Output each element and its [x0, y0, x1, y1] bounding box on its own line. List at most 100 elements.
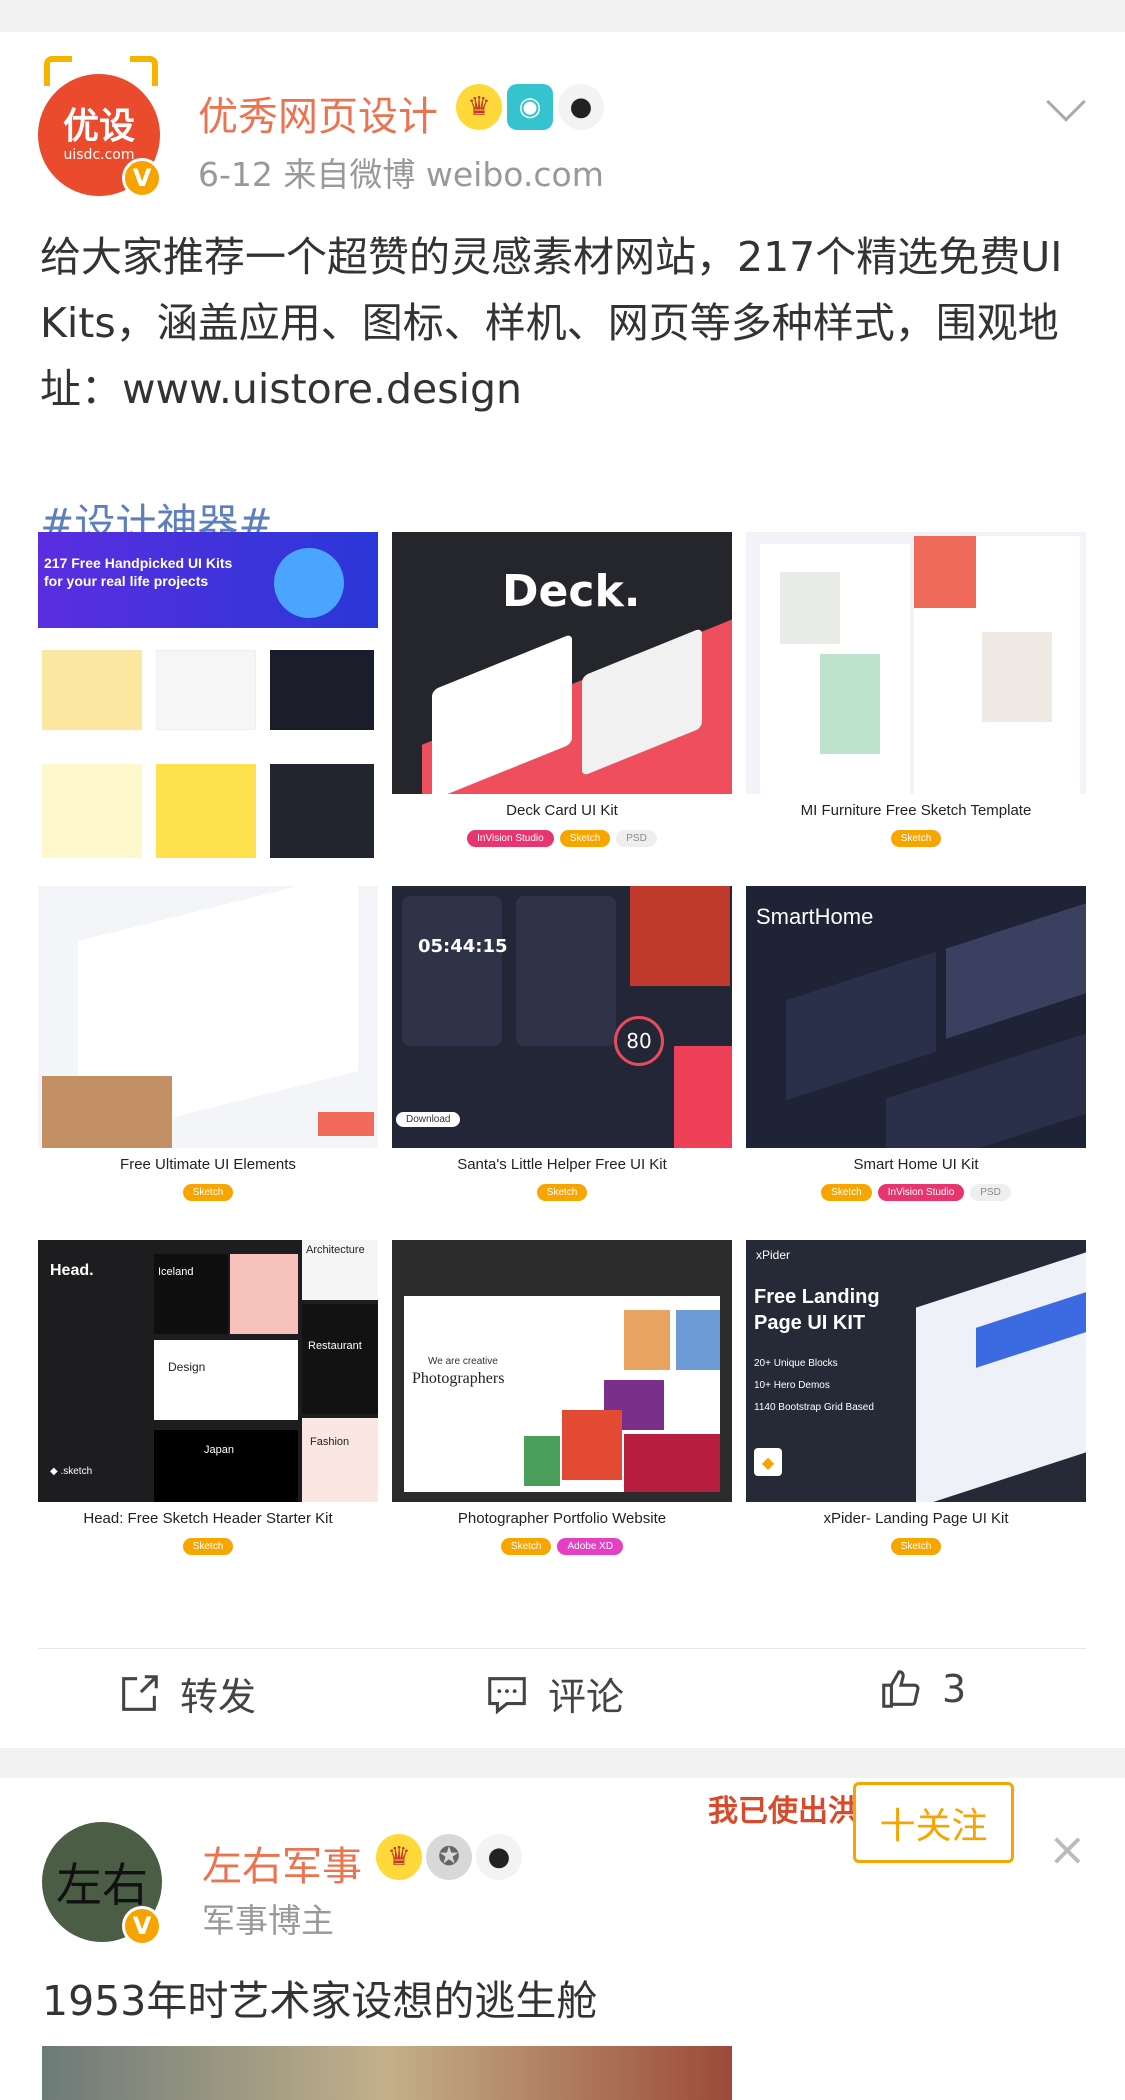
- verified-icon: V: [122, 1906, 162, 1946]
- tile-tags: Sketch: [392, 1184, 732, 1201]
- thumbnail: 217 Free Handpicked UI Kits for your rea…: [38, 532, 378, 872]
- thumb-headline: 217 Free Handpicked UI Kits for your rea…: [44, 555, 233, 589]
- thumb-time: 05:44:15: [418, 936, 508, 957]
- tile-caption: Deck Card UI Kit: [506, 802, 618, 819]
- tag-pill: Sketch: [821, 1184, 872, 1201]
- sketch-logo-icon: ◆ .sketch: [50, 1466, 93, 1477]
- tag-pill: PSD: [970, 1184, 1011, 1201]
- comment-button[interactable]: 评论: [484, 1666, 624, 1721]
- sketch-logo-icon: ◆: [754, 1448, 782, 1476]
- tile-tags: Sketch: [746, 1538, 1086, 1555]
- tile-tags: Sketch: [746, 830, 1086, 847]
- tag-pill: Sketch: [890, 830, 942, 847]
- tile-tags: InVision Studio Sketch PSD: [392, 830, 732, 847]
- post-text: 1953年时艺术家设想的逃生舱: [42, 1977, 598, 2025]
- username[interactable]: 优秀网页设计: [198, 84, 438, 142]
- thumbnail: SmartHome: [746, 886, 1086, 1148]
- repost-button[interactable]: 转发: [116, 1666, 256, 1721]
- thumb-brand: Head.: [50, 1262, 94, 1279]
- image-tile[interactable]: Deck. Deck Card UI Kit InVision Studio Sk…: [392, 532, 732, 872]
- crown-badge-icon[interactable]: ♛: [456, 84, 502, 130]
- username[interactable]: 左右军事: [202, 1834, 362, 1892]
- thumb-brand: xPider: [756, 1248, 791, 1262]
- thumbnail: 05:44:15 80 Download: [392, 886, 732, 1148]
- thumbnail: xPider Free Landing Page UI KIT 20+ Uniq…: [746, 1240, 1086, 1502]
- tile-tags: Sketch: [38, 1538, 378, 1555]
- tag-pill: Sketch: [559, 830, 611, 847]
- avatar-text: 优设: [62, 106, 135, 147]
- thumb-item: Iceland: [158, 1266, 194, 1278]
- like-button[interactable]: 3: [878, 1666, 966, 1712]
- image-tile[interactable]: 05:44:15 80 Download Santa's Little Help…: [392, 886, 732, 1226]
- image-tile[interactable]: xPider Free Landing Page UI KIT 20+ Uniq…: [746, 1240, 1086, 1580]
- avatar[interactable]: 优设 uisdc.com V: [38, 56, 163, 198]
- thumb-brand: SmartHome: [756, 904, 874, 929]
- medal-badge-icon[interactable]: ✪: [426, 1834, 472, 1880]
- tile-tags: Sketch InVision Studio PSD: [746, 1184, 1086, 1201]
- comment-icon: [488, 1676, 526, 1714]
- image-tile[interactable]: Free Ultimate UI Elements Sketch: [38, 886, 378, 1226]
- tile-caption: MI Furniture Free Sketch Template: [800, 802, 1032, 819]
- tile-tags: Sketch Adobe XD: [392, 1538, 732, 1555]
- close-icon[interactable]: ×: [1048, 1822, 1087, 1876]
- thumb-bullet: 20+ Unique Blocks: [754, 1358, 838, 1369]
- divider: [38, 1648, 1086, 1649]
- thumbnail: Deck.: [392, 532, 732, 794]
- tag-pill: Sketch: [182, 1184, 234, 1201]
- avatar-subtext: uisdc.com: [63, 147, 135, 163]
- thumb-logo-text: sketch: [63, 1466, 93, 1477]
- tag-pill: Adobe XD: [557, 1538, 624, 1555]
- repost-label: 转发: [180, 1675, 257, 1719]
- tag-pill: Sketch: [182, 1538, 234, 1555]
- crown-badge-icon[interactable]: ♛: [376, 1834, 422, 1880]
- tile-caption: Free Ultimate UI Elements: [120, 1156, 296, 1173]
- avatar[interactable]: 左右 V: [42, 1822, 168, 1948]
- tile-caption: xPider- Landing Page UI Kit: [823, 1510, 1009, 1527]
- post-image[interactable]: [42, 2046, 732, 2100]
- tag-pill: Sketch: [500, 1538, 552, 1555]
- tile-caption: Photographer Portfolio Website: [457, 1510, 667, 1527]
- panda-badge-icon[interactable]: ●: [558, 84, 604, 130]
- tile-tags: Sketch: [38, 1184, 378, 1201]
- thumb-title: We are creative: [428, 1356, 498, 1367]
- thumb-brand: Deck.: [502, 566, 641, 617]
- tag-pill: PSD: [616, 830, 657, 847]
- thumb-item: Fashion: [310, 1436, 350, 1448]
- thumb-item: Restaurant: [308, 1340, 362, 1352]
- post-meta: 军事博主: [202, 1901, 334, 1940]
- thumbnail: [38, 886, 378, 1148]
- thumb-subtitle: Photographers: [412, 1370, 505, 1387]
- tile-caption: Head: Free Sketch Header Starter Kit: [83, 1510, 333, 1527]
- thumb-item: Architecture: [306, 1244, 365, 1256]
- image-tile[interactable]: We are creative Photographers Photograph…: [392, 1240, 732, 1580]
- follow-button[interactable]: 十关注: [853, 1782, 1014, 1863]
- share-icon: [122, 1674, 158, 1711]
- tag-pill: Sketch: [536, 1184, 588, 1201]
- tag-pill: InVision Studio: [467, 830, 554, 847]
- thumb-title: Free Landing Page UI KIT: [754, 1286, 880, 1334]
- comment-label: 评论: [548, 1675, 625, 1719]
- post-text: 给大家推荐一个超赞的灵感素材网站，217个精选免费UI Kits，涵盖应用、图标…: [40, 233, 1063, 413]
- image-tile[interactable]: MI Furniture Free Sketch Template Sketch: [746, 532, 1086, 872]
- thumb-bullet: 1140 Bootstrap Grid Based: [754, 1402, 874, 1413]
- thumbs-up-icon: [882, 1670, 920, 1708]
- tag-pill: InVision Studio: [877, 1184, 965, 1201]
- verified-icon: V: [122, 158, 162, 198]
- like-count: 3: [942, 1667, 967, 1711]
- tag-pill: Sketch: [890, 1538, 942, 1555]
- thumb-item: Japan: [204, 1444, 234, 1456]
- image-tile[interactable]: Head. Iceland Architecture Design Restau…: [38, 1240, 378, 1580]
- thumb-number: 80: [614, 1016, 664, 1066]
- tile-caption: Smart Home UI Kit: [853, 1156, 979, 1173]
- thumbnail: [746, 532, 1086, 794]
- thumb-bullet: 10+ Hero Demos: [754, 1380, 830, 1391]
- post-meta: 6-12 来自微博 weibo.com: [198, 155, 604, 194]
- thumbnail: Head. Iceland Architecture Design Restau…: [38, 1240, 378, 1502]
- antler-right-icon: [130, 56, 158, 86]
- camera-badge-icon[interactable]: ◉: [507, 84, 553, 130]
- avatar-text: 左右: [56, 1858, 148, 1912]
- panda-badge-icon[interactable]: ●: [476, 1834, 522, 1880]
- image-tile[interactable]: SmartHome Smart Home UI Kit Sketch InVisi…: [746, 886, 1086, 1226]
- image-tile[interactable]: 217 Free Handpicked UI Kits for your rea…: [38, 532, 378, 872]
- thumbnail: We are creative Photographers: [392, 1240, 732, 1502]
